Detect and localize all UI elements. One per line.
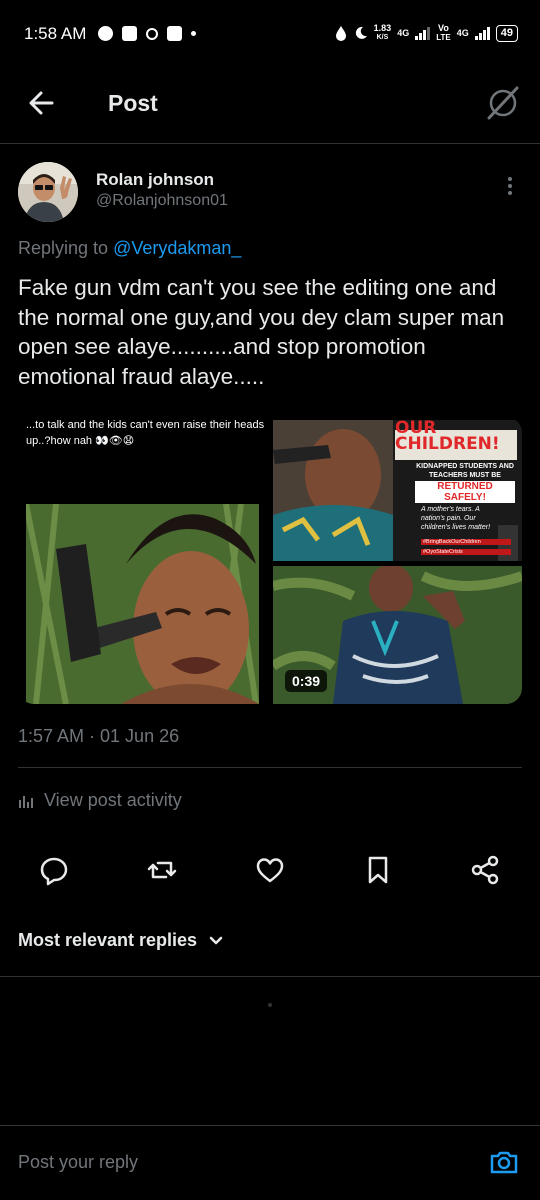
camera-icon	[490, 1151, 518, 1174]
grok-button[interactable]	[484, 84, 522, 122]
post-text: Fake gun vdm can't you see the editing o…	[18, 275, 505, 389]
analytics-icon	[19, 795, 33, 808]
reply-input[interactable]: Post your reply	[18, 1152, 138, 1173]
loading-indicator	[268, 1003, 272, 1007]
media-video[interactable]: 0:39	[273, 566, 522, 704]
poster-headline: OUR CHILDREN!	[395, 420, 500, 454]
video-duration: 0:39	[285, 670, 328, 692]
top-bar: Post	[0, 72, 540, 136]
battery-level: 49	[495, 24, 518, 42]
view-post-activity-button[interactable]: View post activity	[18, 790, 182, 811]
status-bar: 1:58 AM 1.83 K/S 4G Vo LTE 4G 49	[0, 0, 540, 70]
timestamp-divider	[18, 767, 522, 768]
crying-woman-photo	[26, 504, 259, 704]
more-vertical-icon	[500, 177, 520, 195]
bookmark-icon	[368, 856, 388, 884]
signal-bars-icon	[415, 26, 431, 40]
media-image-top-right[interactable]: OUR CHILDREN! KIDNAPPED STUDENTS AND TEA…	[273, 420, 522, 561]
replies-sort-label: Most relevant replies	[18, 930, 198, 950]
action-bar	[0, 850, 540, 890]
header-divider	[0, 143, 540, 144]
moon-icon	[355, 26, 367, 39]
share-icon	[471, 855, 499, 885]
reply-composer: Post your reply	[0, 1126, 540, 1200]
volte-label: Vo LTE	[436, 23, 451, 43]
more-options-button[interactable]	[500, 174, 520, 200]
back-button[interactable]	[22, 86, 62, 120]
author-handle[interactable]: @Rolanjohnson01	[96, 192, 228, 210]
grok-icon	[487, 86, 519, 120]
replying-prefix: Replying to	[18, 238, 114, 258]
network-4g-label-2: 4G	[456, 28, 469, 38]
poster-quote: A mother's tears. A nation's pain. Our c…	[421, 506, 491, 531]
poster-tag-1: #BringBackOurChildren	[421, 539, 511, 545]
avatar[interactable]	[18, 162, 78, 222]
chat-notification-icon	[98, 26, 113, 41]
avatar-image	[18, 162, 78, 222]
notification-icons	[98, 26, 196, 41]
replying-to: Replying to @Verydakman_	[18, 238, 241, 259]
replying-mention-link[interactable]: @Verydakman_	[113, 238, 241, 258]
post-timestamp: 1:57 AM · 01 Jun 26	[18, 726, 180, 746]
media-grid: ...to talk and the kids can't even raise…	[18, 417, 522, 704]
camera-button[interactable]	[488, 1146, 520, 1178]
replies-sort-dropdown[interactable]: Most relevant replies	[18, 930, 225, 951]
share-button[interactable]	[467, 852, 503, 888]
heart-icon	[256, 858, 284, 883]
poster-subtitle: KIDNAPPED STUDENTS AND TEACHERS MUST BE	[416, 463, 514, 479]
replies-divider	[0, 976, 540, 977]
ring-notification-icon	[146, 27, 158, 40]
network-speed: 1.83 K/S	[373, 23, 392, 42]
reply-button[interactable]	[36, 852, 72, 888]
repost-button[interactable]	[144, 852, 180, 888]
status-right: 1.83 K/S 4G Vo LTE 4G 49	[334, 24, 518, 42]
bookmark-button[interactable]	[360, 852, 396, 888]
square-notification-icon	[167, 26, 182, 41]
author-name[interactable]: Rolan johnson	[96, 170, 214, 190]
repost-icon	[147, 861, 177, 879]
media-caption: ...to talk and the kids can't even raise…	[26, 419, 265, 447]
reply-icon	[40, 857, 68, 886]
arrow-left-icon	[29, 91, 54, 115]
poster-subtitle-2: RETURNED SAFELY!	[415, 481, 515, 503]
poster-tag-2: #OyoStateCrisis	[421, 549, 511, 555]
media-image-left[interactable]: ...to talk and the kids can't even raise…	[18, 417, 268, 704]
more-notifications-icon	[191, 31, 196, 36]
chevron-down-icon	[209, 936, 223, 944]
app-notification-icon	[122, 26, 137, 41]
like-button[interactable]	[252, 852, 288, 888]
status-time: 1:58 AM	[24, 24, 87, 43]
activity-label: View post activity	[44, 790, 182, 810]
page-title: Post	[108, 90, 158, 116]
signal-bars-icon-2	[474, 26, 490, 40]
network-4g-label: 4G	[397, 28, 410, 38]
drop-icon	[335, 26, 346, 41]
